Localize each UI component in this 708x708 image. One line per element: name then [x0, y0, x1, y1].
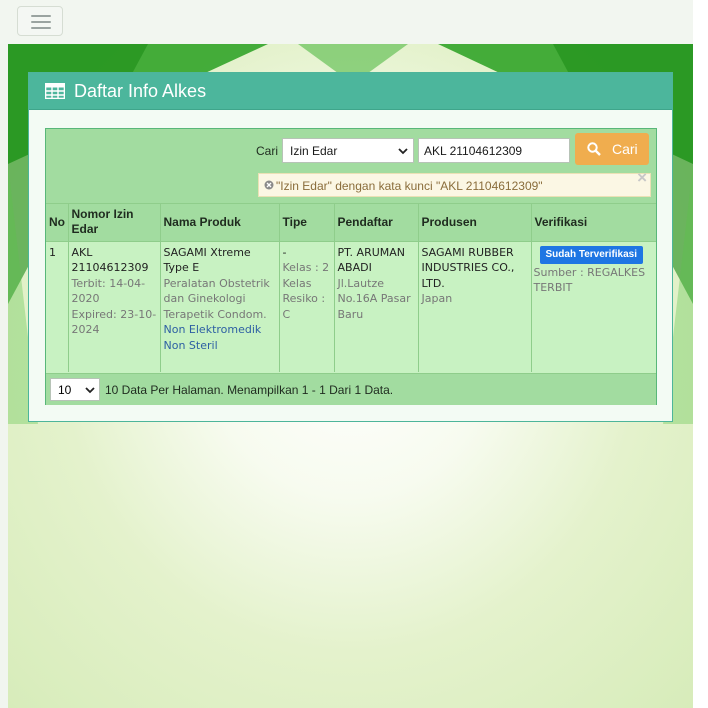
tanggal-terbit: Terbit: 14-04-2020	[71, 276, 146, 306]
col-header-nomor-izin-edar: Nomor Izin Edar	[68, 204, 161, 242]
search-input[interactable]: AKL 21104612309	[418, 138, 570, 163]
jenis-produk: Non Elektromedik Non Steril	[163, 323, 262, 352]
alert-text: "Izin Edar" dengan kata kunci "AKL 21104…	[276, 179, 543, 193]
panel-header: Daftar Info Alkes	[29, 73, 672, 110]
col-header-nama-produk: Nama Produk	[160, 204, 280, 242]
table-icon	[45, 83, 65, 99]
pendaftar-alamat: Jl.Lautze No.16A Pasar Baru	[337, 276, 411, 321]
cell-nama-produk: SAGAMI Xtreme Type E Peralatan Obstetrik…	[160, 241, 280, 372]
status-badge: Sudah Terverifikasi	[539, 245, 644, 264]
col-header-produsen: Produsen	[418, 204, 532, 242]
col-header-verifikasi: Verifikasi	[531, 204, 656, 242]
search-button[interactable]: Cari	[575, 133, 649, 165]
search-input-value: AKL 21104612309	[424, 144, 523, 158]
pagination-bar: 10 10 Data Per Halaman. Menampilkan 1 - …	[46, 373, 656, 405]
top-navbar	[0, 0, 693, 44]
per-page-select[interactable]: 10	[50, 378, 100, 401]
search-label: Cari	[256, 144, 279, 158]
cell-produsen: SAGAMI RUBBER INDUSTRIES CO., LTD. Japan	[418, 241, 532, 372]
table-row: 1 AKL 21104612309 Terbit: 14-04-2020 Exp…	[46, 241, 656, 372]
cell-no: 1	[46, 241, 69, 372]
kelas: Kelas : 2	[282, 261, 330, 274]
per-page-value: 10	[58, 383, 72, 397]
pendaftar-nama: PT. ARUMAN ABADI	[337, 245, 406, 275]
tipe: -	[282, 245, 287, 259]
panel-title: Daftar Info Alkes	[74, 81, 207, 101]
close-circle-icon	[264, 180, 274, 190]
cell-verifikasi: Sudah Terverifikasi Sumber : REGALKES TE…	[531, 241, 656, 372]
hamburger-menu-button[interactable]	[17, 6, 63, 36]
col-header-pendaftar: Pendaftar	[334, 204, 419, 242]
data-grid: Cari Izin Edar AKL 21104612309 Cari "Izi…	[45, 128, 657, 405]
hamburger-icon	[31, 15, 51, 17]
search-icon	[587, 142, 601, 156]
nama-produk: SAGAMI Xtreme Type E	[163, 245, 251, 275]
search-toolbar: Cari Izin Edar AKL 21104612309 Cari "Izi…	[46, 129, 656, 204]
col-header-tipe: Tipe	[279, 204, 335, 242]
search-filter-alert: "Izin Edar" dengan kata kunci "AKL 21104…	[258, 168, 651, 197]
search-button-label: Cari	[612, 141, 638, 157]
kelas-resiko: Kelas Resiko : C	[282, 276, 326, 321]
table-header-row: No Nomor Izin Edar Nama Produk Tipe Pend…	[46, 204, 656, 242]
search-field-value: Izin Edar	[290, 144, 338, 158]
pagination-summary: 10 Data Per Halaman. Menampilkan 1 - 1 D…	[105, 383, 394, 397]
kategori-produk: Peralatan Obstetrik dan Ginekologi Terap…	[163, 276, 270, 321]
chevron-down-icon	[85, 387, 95, 394]
produsen-nama: SAGAMI RUBBER INDUSTRIES CO., LTD.	[421, 245, 515, 290]
tanggal-expired: Expired: 23-10-2024	[71, 307, 157, 337]
produsen-negara: Japan	[421, 292, 453, 305]
cell-nomor-izin-edar: AKL 21104612309 Terbit: 14-04-2020 Expir…	[68, 241, 161, 372]
chevron-down-icon	[398, 148, 408, 155]
search-field-select[interactable]: Izin Edar	[282, 138, 414, 163]
alert-close-button[interactable]: ×	[637, 168, 647, 188]
nomor-izin: AKL 21104612309	[71, 245, 149, 275]
sumber-data: Sumber : REGALKES TERBIT	[533, 265, 646, 295]
page-edge	[693, 0, 708, 708]
cell-pendaftar: PT. ARUMAN ABADI Jl.Lautze No.16A Pasar …	[334, 241, 419, 372]
cell-tipe: - Kelas : 2 Kelas Resiko : C	[279, 241, 335, 372]
alkes-panel: Daftar Info Alkes Cari Izin Edar AKL 211…	[28, 72, 673, 422]
col-header-no: No	[46, 204, 69, 242]
alkes-table: No Nomor Izin Edar Nama Produk Tipe Pend…	[46, 204, 656, 372]
panel-body: Cari Izin Edar AKL 21104612309 Cari "Izi…	[29, 110, 672, 421]
